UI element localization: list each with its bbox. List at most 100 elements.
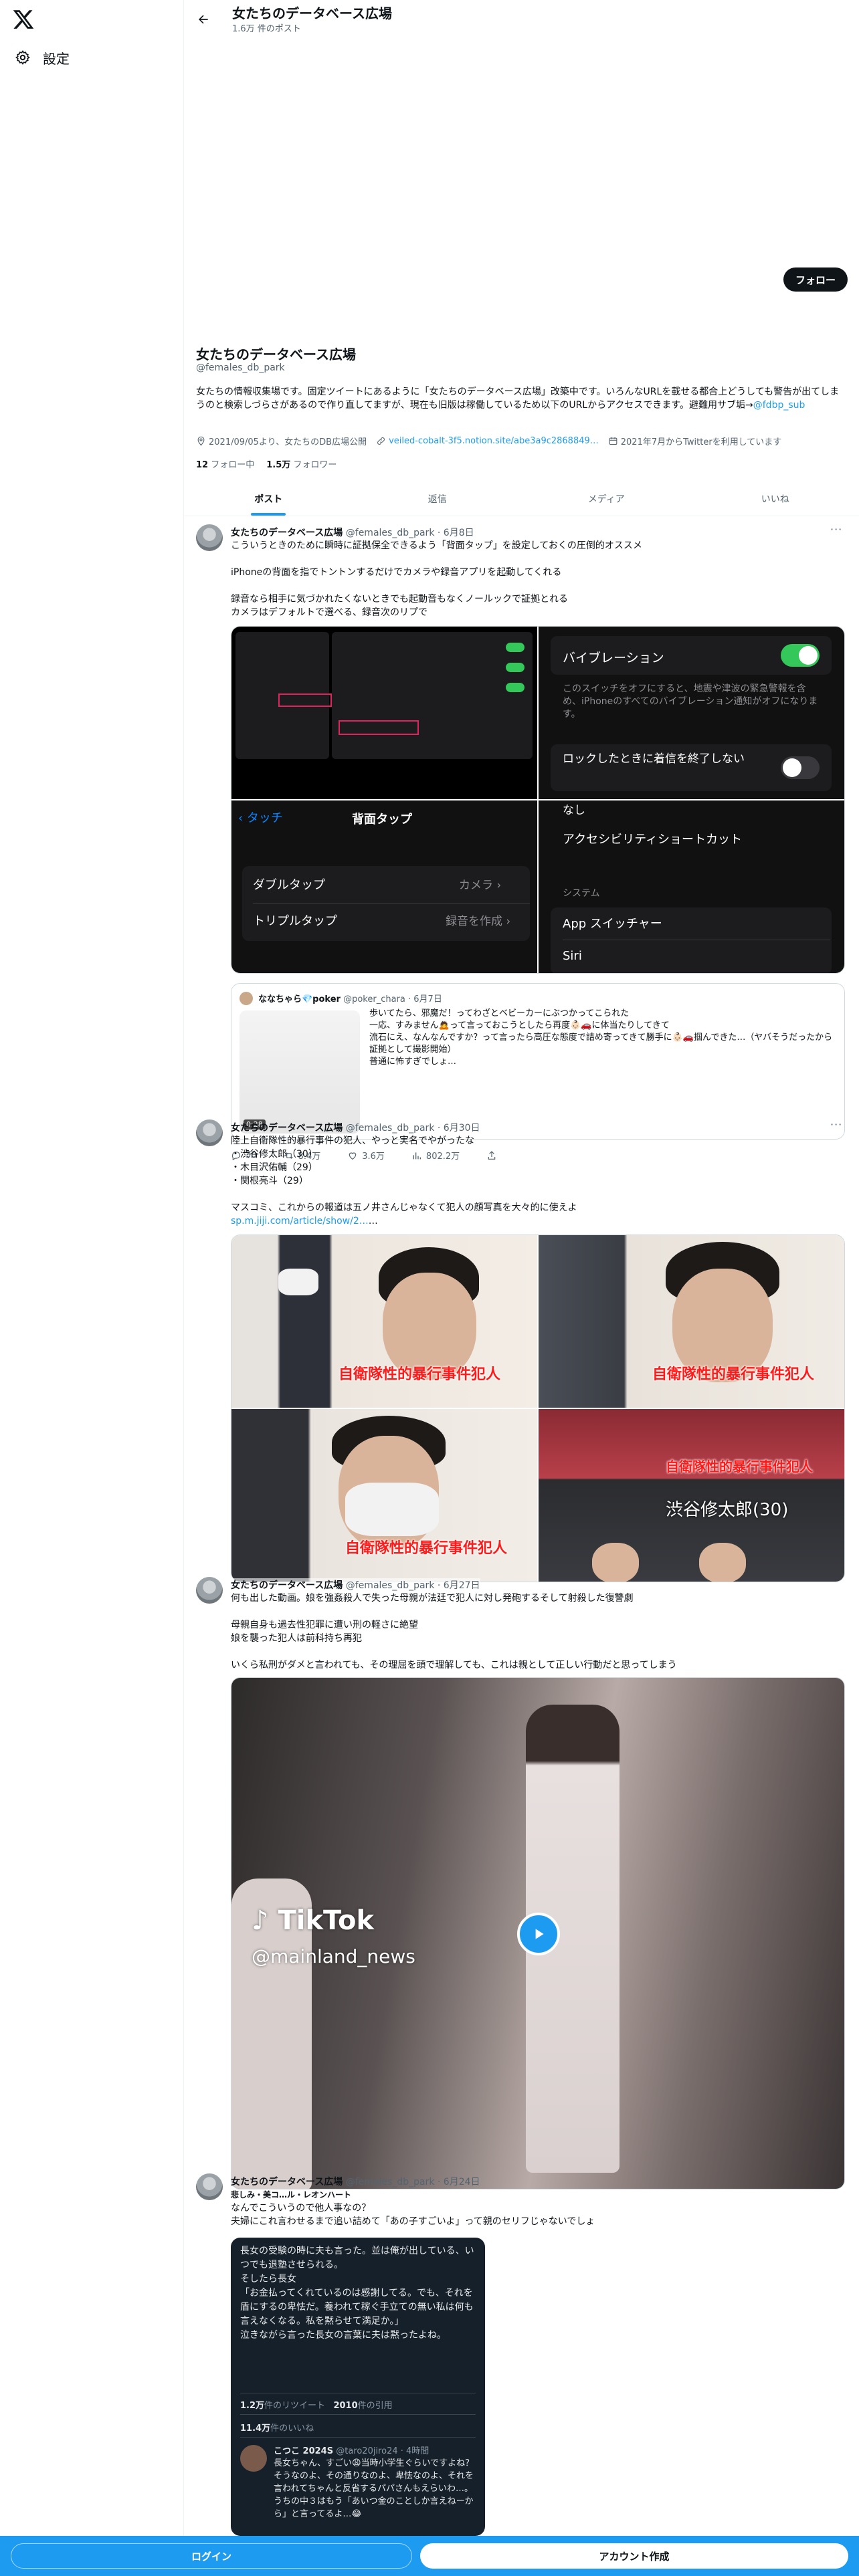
face-shape bbox=[699, 1543, 746, 1582]
quoted-tweet[interactable]: ななちゃら💎poker @poker_chara · 6月7日 0:28 歩いて… bbox=[231, 983, 845, 1140]
tweet1-text: こういうときのために瞬時に証拠保全できるよう「背面タップ」を設定しておくの圧倒的… bbox=[231, 540, 642, 618]
photo-caption: 自衛隊性的暴行事件犯人 bbox=[345, 1540, 508, 1557]
vibration-toggle bbox=[781, 644, 820, 667]
backtap-title: 背面タップ bbox=[352, 813, 412, 827]
mini-toggle bbox=[506, 643, 524, 652]
follow-button[interactable]: フォロー bbox=[783, 267, 848, 292]
shot-quote-count: 2010 bbox=[333, 2401, 358, 2411]
double-tap-value: カメラ › bbox=[459, 879, 502, 892]
tweet4-date[interactable]: · 6月24日 bbox=[438, 2177, 480, 2187]
tweet1-handle[interactable]: @females_db_park bbox=[346, 528, 435, 538]
tweet2-handle[interactable]: @females_db_park bbox=[346, 1123, 435, 1134]
meta-website-link[interactable]: veiled-cobalt-3f5.notion.site/abe3a9c286… bbox=[389, 436, 599, 446]
settings-screenshot-actions: なし アクセシビリティショートカット システム App スイッチャー Siri bbox=[539, 800, 844, 973]
tweet2-media[interactable]: 自衛隊性的暴行事件犯人 自衛隊性的暴行事件犯人 自衛隊性的暴行事件犯人 自衛隊性… bbox=[231, 1235, 845, 1582]
shot-likes: 11.4万件のいいね bbox=[240, 2421, 314, 2434]
quote-author: ななちゃら💎poker bbox=[258, 994, 341, 1004]
back-to-touch-label: タッチ bbox=[246, 811, 283, 825]
tweet4-header: 女たちのデータベース広場 @females_db_park · 6月24日 bbox=[231, 2175, 480, 2188]
play-button-icon[interactable] bbox=[517, 1913, 560, 1955]
tweet1-media[interactable]: バイブレーション このスイッチをオフにすると、地震や津波の緊急警報を含め、iPh… bbox=[231, 626, 845, 974]
tweet2-text: 陸上自衛隊性的暴行事件の犯人、やっと実名でやがったな ・渋谷修太郎（30） ・木… bbox=[231, 1136, 577, 1226]
tweet2-author[interactable]: 女たちのデータベース広場 bbox=[231, 1123, 343, 1134]
quote-header: ななちゃら💎poker @poker_chara · 6月7日 bbox=[258, 992, 442, 1004]
suspect-photo-grid: 自衛隊性的暴行事件犯人 自衛隊性的暴行事件犯人 自衛隊性的暴行事件犯人 自衛隊性… bbox=[231, 1235, 844, 1582]
meta-location: 2021/09/05より、女たちのDB広場公開 bbox=[196, 435, 367, 447]
nav-settings[interactable]: 設定 bbox=[15, 44, 70, 71]
quote-date: · 6月7日 bbox=[408, 994, 442, 1004]
tweet2-link[interactable]: sp.m.jiji.com/article/show/2… bbox=[231, 1216, 369, 1226]
tweet1-header: 女たちのデータベース広場 @females_db_park · 6月8日 bbox=[231, 526, 474, 539]
suspect-photo: 自衛隊性的暴行事件犯人 bbox=[231, 1235, 537, 1408]
reply-avatar bbox=[240, 2445, 267, 2472]
shot-like-label: 件のいいね bbox=[270, 2424, 314, 2434]
calendar-icon bbox=[609, 437, 617, 445]
double-tap-value-text: カメラ bbox=[459, 879, 493, 892]
suspect-photo: 自衛隊性的暴行事件犯人 渋谷修太郎(30) bbox=[539, 1409, 844, 1582]
reply-header: こつこ 2024S @taro20jiro24 · 4時間 bbox=[274, 2444, 429, 2456]
login-button[interactable]: ログイン bbox=[11, 2543, 412, 2569]
tweet4-author[interactable]: 女たちのデータベース広場 bbox=[231, 2177, 343, 2187]
left-sidebar: 設定 bbox=[0, 0, 183, 2576]
shot-retweet-count: 1.2万 bbox=[240, 2401, 265, 2411]
avatar[interactable] bbox=[196, 1577, 223, 1604]
follow-stats: 12 フォロー中 1.5万 フォロワー bbox=[196, 457, 337, 470]
quote-text: 歩いてたら、邪魔だ！ってわざとベビーカーにぶつかってこられた 一応、すみません🙇… bbox=[369, 1008, 833, 1067]
tab-media[interactable]: メディア bbox=[522, 481, 691, 516]
settings-screenshot-vibration: バイブレーション このスイッチをオフにすると、地震や津波の緊急警報を含め、iPh… bbox=[539, 627, 844, 799]
tweet2-date[interactable]: · 6月30日 bbox=[438, 1123, 480, 1134]
meta-website[interactable]: veiled-cobalt-3f5.notion.site/abe3a9c286… bbox=[376, 435, 599, 447]
photo-caption: 自衛隊性的暴行事件犯人 bbox=[666, 1459, 813, 1475]
tab-posts[interactable]: ポスト bbox=[184, 481, 353, 516]
x-logo-icon[interactable] bbox=[12, 8, 35, 31]
highlight-box bbox=[278, 693, 332, 707]
tweet1-date[interactable]: · 6月8日 bbox=[438, 528, 474, 538]
header-post-count: 1.6万 件のポスト bbox=[232, 24, 301, 34]
tiktok-logo: ♪ TikTok bbox=[252, 1905, 375, 1936]
followers-stat[interactable]: 1.5万 フォロワー bbox=[266, 457, 337, 470]
avatar[interactable] bbox=[196, 1119, 223, 1146]
main-column: 女たちのデータベース広場 1.6万 件のポスト フォロー 女たちのデータベース広… bbox=[183, 0, 859, 2576]
profile-name: 女たちのデータベース広場 bbox=[196, 346, 356, 362]
avatar[interactable] bbox=[196, 524, 223, 551]
settings-screenshot-list bbox=[231, 627, 537, 799]
back-arrow-icon[interactable] bbox=[193, 9, 213, 29]
triple-tap-value: 録音を作成 › bbox=[446, 915, 511, 928]
signup-button[interactable]: アカウント作成 bbox=[420, 2543, 848, 2569]
following-stat[interactable]: 12 フォロー中 bbox=[196, 457, 254, 470]
following-label: フォロー中 bbox=[211, 460, 255, 470]
tweet3-text: 何も出した動画。娘を強姦殺人で失った母親が法廷で犯人に対し発砲するそして射殺した… bbox=[231, 1593, 677, 1671]
suspect-photo: 自衛隊性的暴行事件犯人 bbox=[231, 1409, 537, 1582]
tweet3-video[interactable]: ♪ TikTok @mainland_news bbox=[231, 1677, 845, 2189]
highlight-box bbox=[339, 720, 419, 735]
settings-panel-thumb bbox=[332, 632, 533, 759]
gear-icon bbox=[15, 50, 30, 65]
shot-stats: 1.2万件のリツイート 2010件の引用 bbox=[240, 2398, 393, 2411]
tweet1-author[interactable]: 女たちのデータベース広場 bbox=[231, 528, 343, 538]
quote-handle: @poker_chara bbox=[343, 994, 405, 1004]
triple-tap-label: トリプルタップ bbox=[253, 914, 337, 928]
tweet3-author[interactable]: 女たちのデータベース広場 bbox=[231, 1580, 343, 1591]
back-to-touch: ‹ タッチ bbox=[238, 811, 283, 825]
quote-video-thumb[interactable]: 0:28 bbox=[240, 1010, 360, 1134]
login-bar: ログイン アカウント作成 bbox=[0, 2536, 859, 2576]
tweet3-handle[interactable]: @females_db_park bbox=[346, 1580, 435, 1591]
tweet4-screenshot[interactable]: 長女の受験の時に夫も言った。並は俺が出している、いつでも退塾させられる。 そした… bbox=[231, 2238, 485, 2536]
more-options-icon[interactable]: ··· bbox=[830, 1118, 842, 1131]
photo-name-caption: 渋谷修太郎(30) bbox=[666, 1500, 789, 1520]
tweet2-header: 女たちのデータベース広場 @females_db_park · 6月30日 bbox=[231, 1121, 480, 1134]
tweet3-date[interactable]: · 6月27日 bbox=[438, 1580, 480, 1591]
following-count: 12 bbox=[196, 460, 209, 470]
meta-joined: 2021年7月からTwitterを利用しています bbox=[608, 435, 782, 447]
quote-avatar bbox=[240, 992, 253, 1005]
vibration-label: バイブレーション bbox=[563, 651, 664, 665]
vibration-desc: このスイッチをオフにすると、地震や津波の緊急警報を含め、iPhoneのすべてのバ… bbox=[563, 683, 818, 720]
tweet4-handle[interactable]: @females_db_park bbox=[346, 2177, 435, 2187]
avatar[interactable] bbox=[196, 2173, 223, 2200]
tab-likes[interactable]: いいね bbox=[691, 481, 859, 516]
more-options-icon[interactable]: ··· bbox=[830, 523, 842, 536]
bio-sub-account-link[interactable]: @fdbp_sub bbox=[753, 400, 805, 411]
meta-joined-text: 2021年7月からTwitterを利用しています bbox=[620, 437, 782, 447]
tab-replies[interactable]: 返信 bbox=[353, 481, 522, 516]
followers-label: フォロワー bbox=[293, 460, 337, 470]
